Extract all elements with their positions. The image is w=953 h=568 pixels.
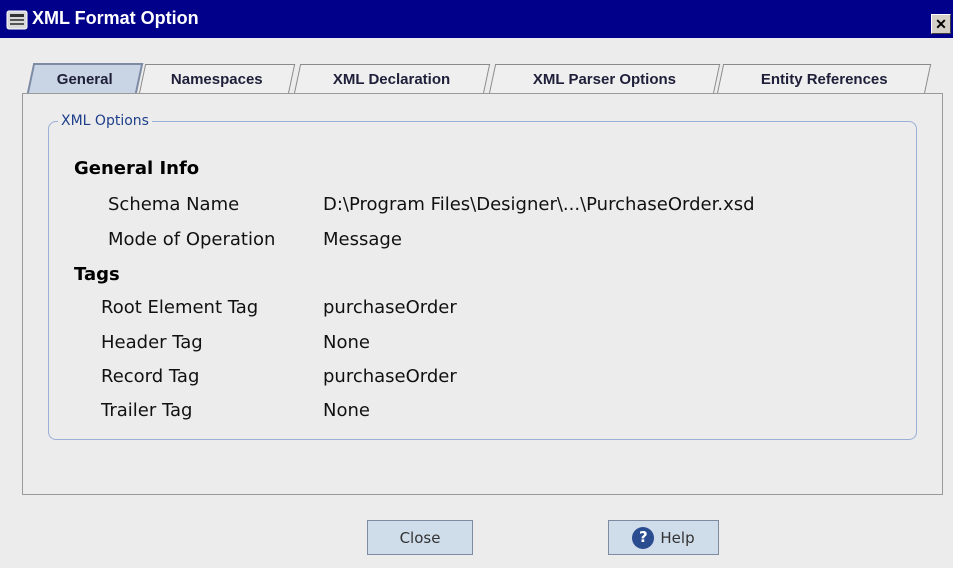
close-button[interactable]: Close [367,520,473,555]
tab-entity-references[interactable]: Entity References [716,64,932,94]
header-tag-value: None [323,332,370,353]
trailer-tag-value: None [323,400,370,421]
tags-heading: Tags [74,264,120,285]
help-button[interactable]: ? Help [608,520,719,555]
general-info-heading: General Info [74,158,200,179]
dialog-window: XML Format Option ✕ General Namespaces X… [0,0,953,568]
help-button-label: Help [660,528,695,547]
header-tag-label: Header Tag [101,332,203,353]
trailer-tag-label: Trailer Tag [101,400,193,421]
mode-of-operation-value: Message [323,229,402,250]
help-icon: ? [632,526,655,549]
root-element-tag-label: Root Element Tag [101,297,259,318]
title-bar[interactable]: XML Format Option ✕ [0,0,953,38]
record-tag-value: purchaseOrder [323,366,457,387]
tab-xml-declaration[interactable]: XML Declaration [293,64,491,94]
xml-document-icon [6,10,28,30]
tab-label: Namespaces [171,71,263,88]
tab-xml-parser-options[interactable]: XML Parser Options [488,64,721,94]
schema-name-value: D:\Program Files\Designer\...\PurchaseOr… [323,194,755,215]
close-icon[interactable]: ✕ [931,14,951,34]
mode-of-operation-label: Mode of Operation [108,229,276,250]
tab-label: Entity References [760,71,888,88]
window-title: XML Format Option [32,8,199,28]
record-tag-label: Record Tag [101,366,200,387]
root-element-tag-value: purchaseOrder [323,297,457,318]
group-legend: XML Options [58,113,152,129]
close-button-label: Close [399,528,441,547]
schema-name-label: Schema Name [108,194,240,215]
tab-label: XML Declaration [333,71,451,88]
tab-general[interactable]: General [26,63,144,94]
tab-namespaces[interactable]: Namespaces [138,64,296,94]
tab-label: General [56,71,113,88]
tab-label: XML Parser Options [532,71,676,88]
